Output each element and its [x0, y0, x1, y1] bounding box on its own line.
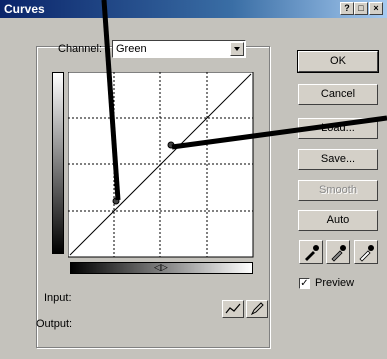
ok-button[interactable]: OK — [297, 50, 379, 73]
cancel-button[interactable]: Cancel — [298, 84, 378, 105]
maximize-button[interactable]: □ — [354, 2, 368, 15]
curves-dialog: Curves ? □ × Channel: Green ◁▷ Input: Ou… — [0, 0, 387, 359]
gradient-toggle-icon[interactable]: ◁▷ — [154, 262, 168, 274]
black-eyedropper-icon[interactable] — [299, 240, 323, 264]
auto-button[interactable]: Auto — [298, 210, 378, 231]
output-label: Output: — [36, 318, 73, 330]
curve-graph[interactable] — [68, 72, 254, 258]
curve-point-low — [112, 197, 120, 205]
title-bar[interactable]: Curves ? □ × — [0, 0, 387, 18]
gray-eyedropper-icon[interactable] — [326, 240, 350, 264]
input-label: Input: — [44, 292, 72, 304]
preview-label: Preview — [315, 277, 355, 289]
channel-label: Channel: — [58, 43, 103, 55]
window-title: Curves — [4, 2, 45, 16]
close-button[interactable]: × — [369, 2, 383, 15]
save-button[interactable]: Save... — [298, 149, 378, 170]
chevron-down-icon[interactable] — [230, 42, 244, 56]
load-button[interactable]: Load... — [298, 118, 378, 139]
help-button[interactable]: ? — [340, 2, 354, 15]
smooth-button[interactable]: Smooth — [298, 180, 378, 201]
channel-value: Green — [116, 43, 147, 55]
curve-point-high — [167, 141, 175, 149]
pencil-tool-icon[interactable] — [246, 300, 268, 318]
output-gradient-bar — [52, 72, 64, 254]
preview-checkbox[interactable]: ✓ — [299, 278, 310, 289]
curve-tool-icon[interactable] — [222, 300, 244, 318]
channel-select[interactable]: Green — [112, 40, 246, 58]
white-eyedropper-icon[interactable] — [354, 240, 378, 264]
